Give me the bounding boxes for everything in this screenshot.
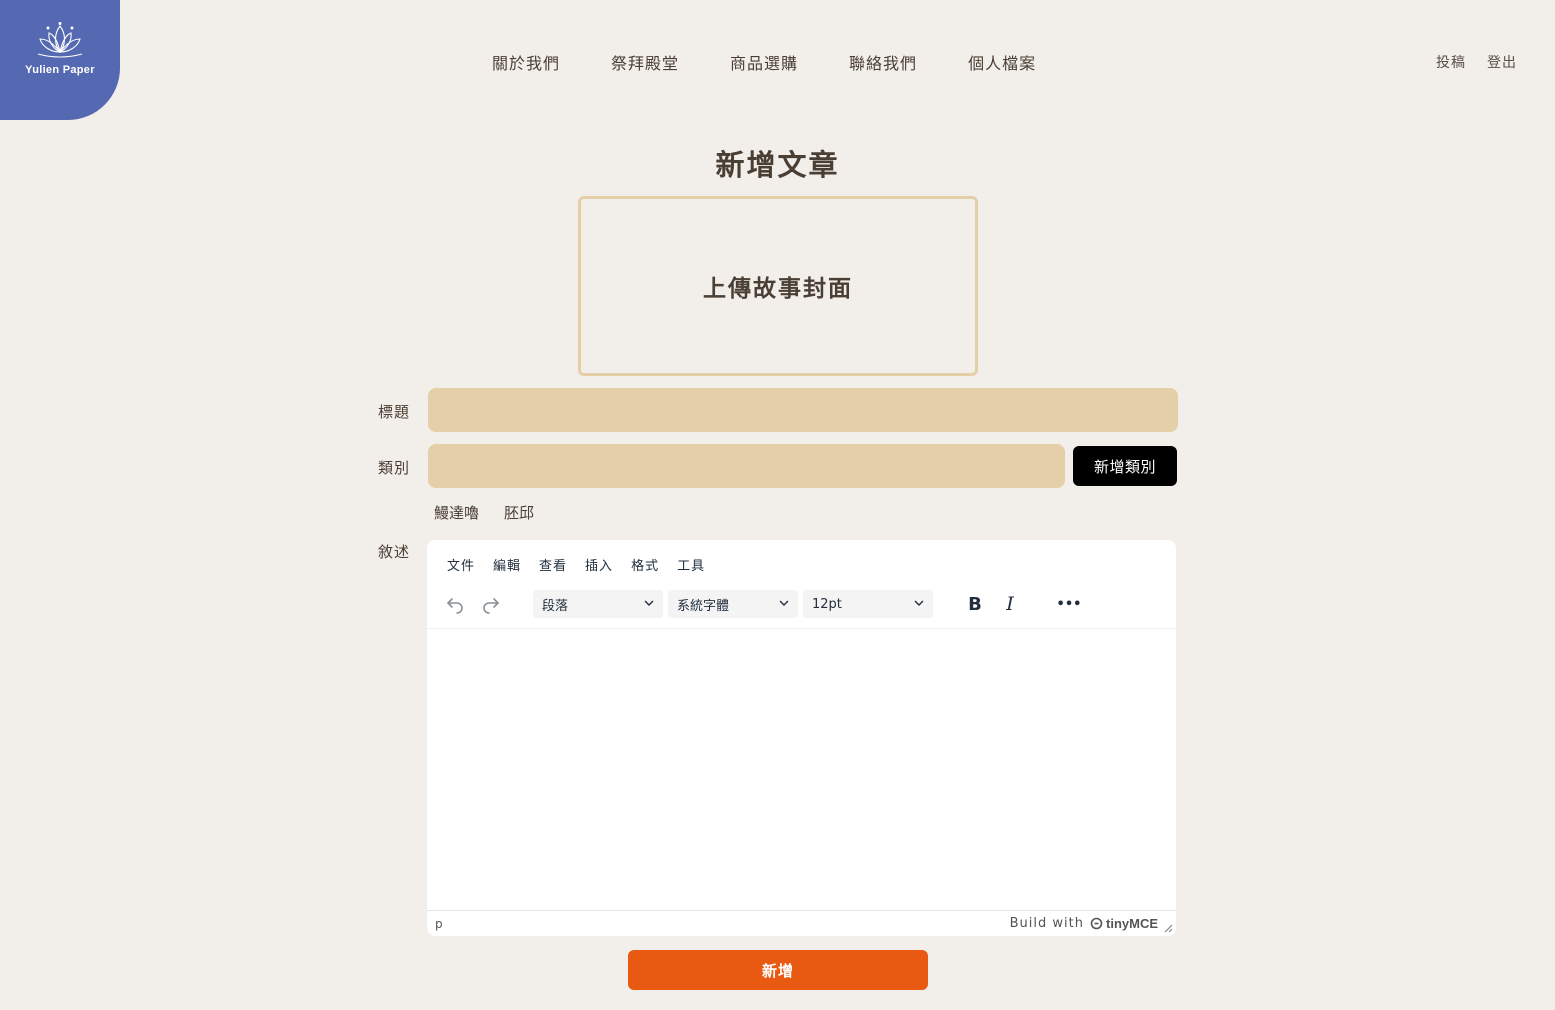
menu-file[interactable]: 文件	[447, 555, 475, 574]
block-format-select[interactable]: 段落	[533, 590, 663, 618]
title-label: 標題	[378, 403, 411, 421]
undo-icon[interactable]	[441, 590, 469, 618]
editor-statusbar: p Build with tinyMCE	[427, 910, 1176, 936]
element-path[interactable]: p	[435, 917, 443, 931]
block-format-value: 段落	[542, 598, 569, 614]
submit-post-link[interactable]: 投稿	[1436, 52, 1466, 72]
user-links: 投稿 登出	[1436, 52, 1517, 72]
nav-worship-hall[interactable]: 祭拜殿堂	[611, 50, 679, 74]
redo-icon[interactable]	[477, 590, 505, 618]
menu-edit[interactable]: 編輯	[493, 555, 521, 574]
nav-contact[interactable]: 聯絡我們	[849, 50, 917, 74]
menu-format[interactable]: 格式	[631, 555, 659, 574]
nav-shop[interactable]: 商品選購	[730, 50, 798, 74]
main-nav: 關於我們 祭拜殿堂 商品選購 聯絡我們 個人檔案	[492, 50, 1036, 74]
category-tags: 鰻達嚕 胚邱	[434, 502, 534, 523]
resize-handle-icon[interactable]	[1164, 924, 1173, 933]
more-icon[interactable]: •••	[1055, 590, 1083, 618]
cover-upload-label: 上傳故事封面	[703, 276, 853, 302]
menu-view[interactable]: 查看	[539, 555, 567, 574]
editor-menubar: 文件 編輯 查看 插入 格式 工具	[447, 555, 705, 574]
category-label: 類別	[378, 459, 411, 477]
logo-text: Yulien Paper	[25, 64, 95, 76]
add-category-button[interactable]: 新增類別	[1073, 446, 1177, 486]
font-size-select[interactable]: 12pt	[803, 590, 933, 618]
cover-upload-box[interactable]: 上傳故事封面	[578, 196, 978, 376]
tinymce-brand-text: tinyMCE	[1106, 916, 1158, 931]
title-input[interactable]	[428, 388, 1178, 432]
chevron-down-icon	[644, 600, 654, 606]
font-family-value: 系統字體	[677, 598, 730, 614]
category-tag[interactable]: 鰻達嚕	[434, 502, 479, 523]
nav-about[interactable]: 關於我們	[492, 50, 560, 74]
font-family-select[interactable]: 系統字體	[668, 590, 798, 618]
menu-insert[interactable]: 插入	[585, 555, 613, 574]
tinymce-branding[interactable]: Build with tinyMCE	[1010, 916, 1158, 931]
rich-text-editor: 文件 編輯 查看 插入 格式 工具 段落 系統字體 12pt B I ••• p…	[427, 540, 1176, 936]
page-title: 新增文章	[715, 148, 840, 182]
italic-button[interactable]: I	[996, 590, 1024, 618]
editor-content-area[interactable]	[427, 629, 1176, 910]
logo[interactable]: Yulien Paper	[0, 0, 120, 120]
chevron-down-icon	[779, 600, 789, 606]
menu-tools[interactable]: 工具	[677, 555, 705, 574]
tinymce-logo-icon	[1090, 917, 1103, 930]
nav-profile[interactable]: 個人檔案	[968, 50, 1036, 74]
logout-link[interactable]: 登出	[1487, 52, 1517, 72]
submit-article-button[interactable]: 新增	[628, 950, 928, 990]
chevron-down-icon	[914, 600, 924, 606]
bold-button[interactable]: B	[961, 590, 989, 618]
category-tag[interactable]: 胚邱	[504, 502, 534, 523]
build-with-text: Build with	[1009, 916, 1084, 931]
category-input[interactable]	[428, 444, 1065, 488]
lotus-icon	[37, 22, 83, 58]
font-size-value: 12pt	[812, 596, 842, 612]
description-label: 敘述	[378, 543, 411, 561]
editor-toolbar: 段落 系統字體 12pt B I •••	[427, 590, 1176, 629]
